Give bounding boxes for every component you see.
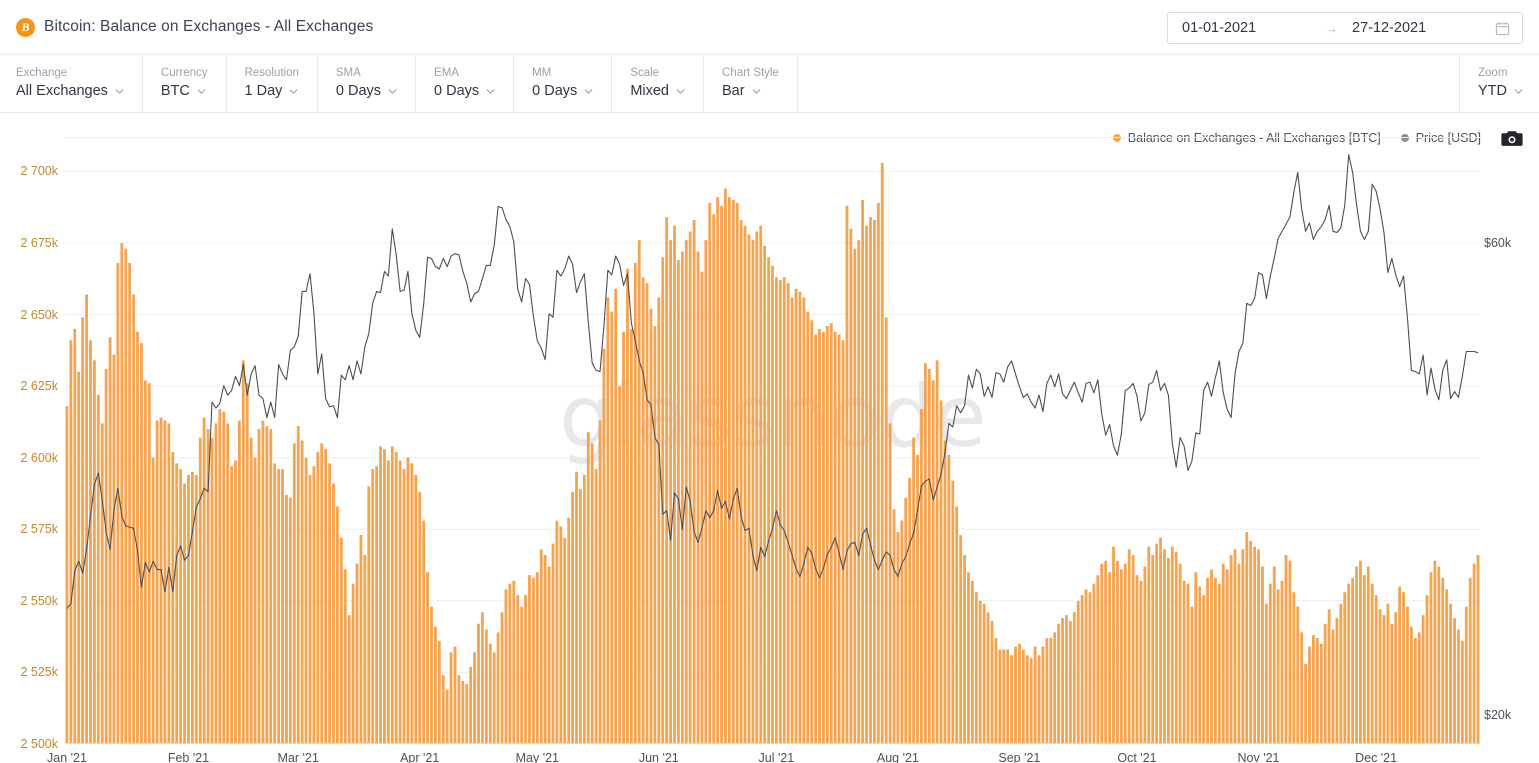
x-tick-8: Sep '21 [998,751,1041,763]
chevron-down-icon[interactable] [752,87,761,96]
chevron-down-icon[interactable] [388,87,397,96]
title-group: B Bitcoin: Balance on Exchanges - All Ex… [0,17,374,37]
y-tick-right-1: $60k [1484,236,1512,251]
toolbar-label-resolution: Resolution [244,67,299,80]
toolbar-control-resolution[interactable]: Resolution 1 Day [227,55,318,112]
chevron-down-icon[interactable] [1514,87,1523,96]
x-tick-0: Jan '21 [47,751,87,763]
bitcoin-icon: B [16,17,35,37]
x-tick-6: Jul '21 [758,751,795,763]
x-axis: Jan '21 Feb '21 Mar '21 Apr '21 May '21 Jun '… [47,751,1480,763]
toolbar-value-chart-style: Bar [722,83,745,100]
y-tick-left-6: 2 650k [20,307,58,322]
y-axis-right: $20k $60k [1484,137,1539,744]
toolbar-spacer [798,55,1460,112]
toolbar-label-exchange: Exchange [16,67,68,80]
x-tick-10: Nov '21 [1237,751,1280,763]
toolbar-value-resolution: 1 Day [244,83,283,100]
balance-bars[interactable] [65,162,1480,744]
y-tick-left-5: 2 625k [20,379,58,394]
date-start-input[interactable]: 01-01-2021 [1168,20,1256,36]
x-tick-3: Apr '21 [400,751,440,763]
toolbar-label-zoom: Zoom [1478,67,1508,80]
x-tick-7: Aug '21 [876,751,919,763]
x-tick-11: Dec '21 [1355,751,1398,763]
chevron-down-icon[interactable] [486,87,495,96]
date-end-input[interactable]: 27-12-2021 [1352,20,1426,36]
toolbar-value-ema: 0 Days [434,83,480,100]
chevron-down-icon[interactable] [115,87,124,96]
toolbar-value-sma: 0 Days [335,83,382,100]
x-tick-9: Oct '21 [1117,751,1157,763]
chevron-down-icon[interactable] [289,87,298,96]
chevron-down-icon[interactable] [584,87,593,96]
app-header: B Bitcoin: Balance on Exchanges - All Ex… [0,0,1539,55]
chart-canvas[interactable] [65,137,1480,744]
y-tick-left-1: 2 525k [20,665,58,680]
y-tick-left-3: 2 575k [20,522,58,537]
toolbar-value-zoom: YTD [1478,83,1507,100]
date-range-picker[interactable]: 01-01-2021 → 27-12-2021 [1167,12,1523,44]
x-tick-4: May '21 [515,751,559,763]
y-tick-left-2: 2 550k [20,593,58,608]
x-tick-2: Mar '21 [277,751,319,763]
toolbar-label-sma: SMA [335,67,361,80]
chart-toolbar: Exchange All Exchanges Currency BTC Resoluti… [0,55,1539,113]
y-tick-left-7: 2 675k [20,235,58,250]
x-tick-1: Feb '21 [167,751,210,763]
date-arrow-icon: → [1325,20,1338,36]
toolbar-label-ema: EMA [434,67,459,80]
toolbar-value-mm: 0 Days [532,83,578,100]
toolbar-label-currency: Currency [160,67,208,80]
glassnode-chart-app: B Bitcoin: Balance on Exchanges - All Ex… [0,0,1539,763]
toolbar-value-exchange: All Exchanges [16,83,108,100]
toolbar-label-chart-style: Chart Style [722,67,779,80]
toolbar-value-scale: Mixed [630,83,669,100]
toolbar-control-zoom[interactable]: Zoom YTD [1460,55,1539,112]
plot-area[interactable] [65,137,1480,744]
toolbar-control-scale[interactable]: Scale Mixed [612,55,704,112]
toolbar-control-mm[interactable]: MM 0 Days [514,55,613,112]
toolbar-control-currency[interactable]: Currency BTC [143,55,227,112]
y-tick-left-0: 2 500k [20,737,58,751]
chart-container: glassnode 2 500k2 525k2 550k2 575k2 600k… [0,113,1539,763]
chevron-down-icon[interactable] [676,87,685,96]
y-axis-left: 2 500k 2 525k 2 550k 2 575k 2 600k 2 625k 2 65… [0,137,58,751]
toolbar-control-sma[interactable]: SMA 0 Days [318,55,417,112]
y-tick-right-0: $20k [1484,707,1512,722]
toolbar-value-currency: BTC [160,83,190,100]
toolbar-control-ema[interactable]: EMA 0 Days [416,55,515,112]
y-tick-left-4: 2 600k [20,450,58,465]
x-tick-5: Jun '21 [638,751,679,763]
toolbar-label-scale: Scale [630,67,660,80]
toolbar-label-mm: MM [532,67,552,80]
toolbar-control-chart-style[interactable]: Chart Style Bar [704,55,798,112]
calendar-icon[interactable] [1495,21,1510,36]
chevron-down-icon[interactable] [197,87,206,96]
page-title: Bitcoin: Balance on Exchanges - All Exch… [44,18,374,35]
toolbar-control-exchange[interactable]: Exchange All Exchanges [0,55,143,112]
y-tick-left-8: 2 700k [20,164,58,179]
